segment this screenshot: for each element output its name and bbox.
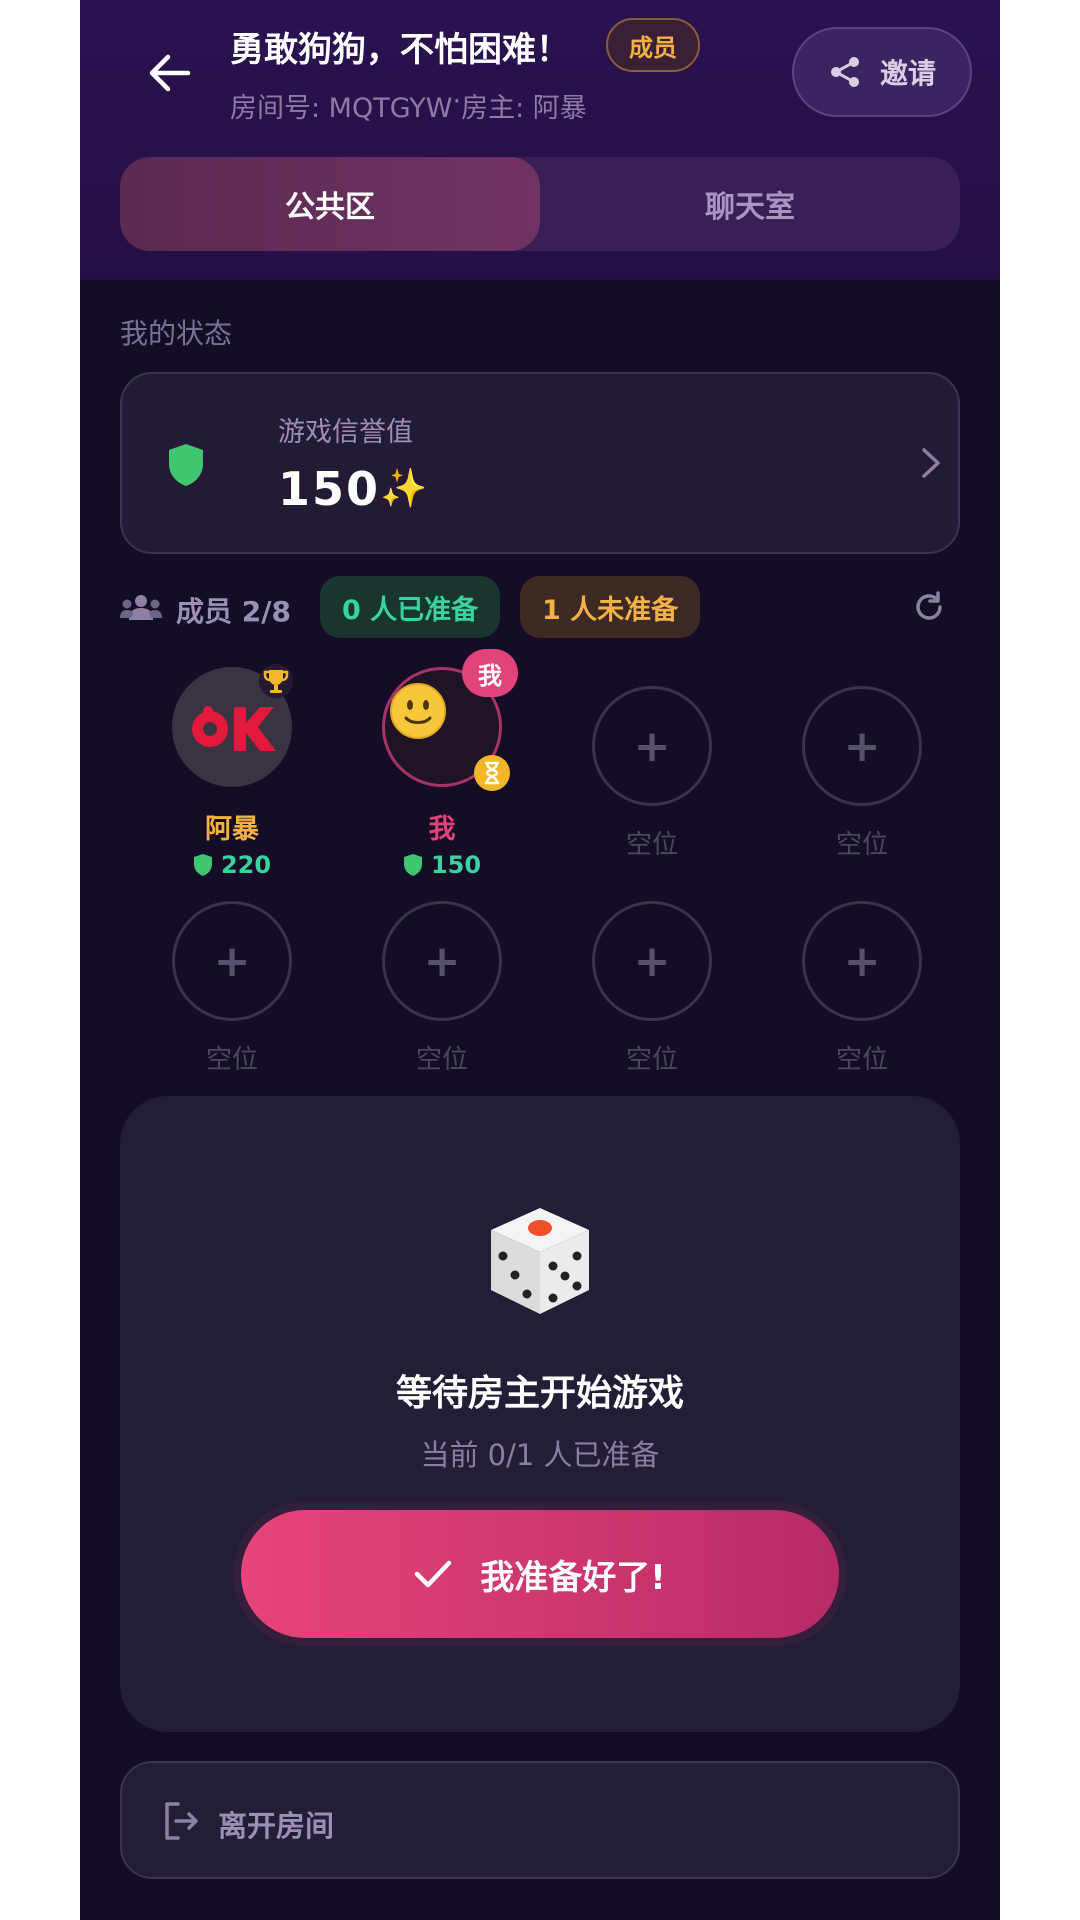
room-title: 勇敢狗狗，不怕困难！ [230, 30, 570, 70]
ok-logo-icon [192, 706, 276, 751]
empty-seat-label: 空位 [625, 1045, 678, 1075]
empty-seat[interactable]: + 空位 [562, 686, 742, 886]
group-icon [120, 595, 162, 620]
refresh-icon[interactable] [912, 590, 946, 624]
me-badge: 我 [462, 649, 518, 697]
my-score: 150 [352, 851, 532, 879]
add-seat-icon[interactable]: + [172, 901, 292, 1021]
host-name: 阿暴 [205, 814, 259, 845]
shield-icon [403, 854, 422, 876]
empty-seat-label: 空位 [625, 830, 678, 860]
app-screen: 勇敢狗狗，不怕困难！ 成员 房间号: MQTGYW · 房主: 阿暴 邀请 公共… [80, 0, 1000, 1920]
add-seat-icon[interactable]: + [802, 901, 922, 1021]
back-button[interactable] [140, 45, 200, 100]
my-status-heading: 我的状态 [120, 317, 233, 350]
shield-icon [193, 854, 212, 876]
room-id: 房间号: MQTGYW [230, 93, 453, 124]
room-meta: 房间号: MQTGYW · 房主: 阿暴 [230, 86, 587, 125]
tab-bar: 公共区 聊天室 [120, 157, 960, 251]
invite-button[interactable]: 邀请 [792, 27, 972, 117]
check-icon [414, 1560, 452, 1588]
smiley-face-icon [390, 683, 446, 739]
members-count: 成员 2/8 [176, 595, 291, 628]
ready-button-label: 我准备好了! [480, 1557, 666, 1598]
add-seat-icon[interactable]: + [592, 901, 712, 1021]
room-owner: 房主: 阿暴 [461, 93, 587, 124]
invite-label: 邀请 [879, 57, 936, 90]
tab-public-area[interactable]: 公共区 [120, 157, 540, 251]
ready-status-text: 当前 0/1 人已准备 [420, 1438, 660, 1472]
sparkle-icon: ✨ [380, 466, 428, 510]
add-seat-icon[interactable]: + [802, 686, 922, 806]
share-icon [830, 57, 859, 87]
host-score: 220 [142, 851, 322, 879]
empty-seat-label: 空位 [835, 1045, 888, 1075]
role-badge: 成员 [606, 18, 700, 72]
meta-separator: · [452, 86, 462, 117]
chevron-right-icon [922, 448, 940, 478]
leave-room-button[interactable]: 离开房间 [120, 1761, 960, 1879]
trophy-icon [259, 664, 293, 698]
empty-seat[interactable]: + 空位 [352, 901, 532, 1101]
add-seat-icon[interactable]: + [382, 901, 502, 1021]
seat-me[interactable]: 我 我 150 [352, 649, 532, 879]
empty-seat[interactable]: + 空位 [772, 901, 952, 1101]
hourglass-icon [474, 755, 510, 791]
exit-icon [165, 1802, 198, 1840]
my-name: 我 [428, 814, 456, 845]
empty-seat-label: 空位 [415, 1045, 468, 1075]
empty-seat-label: 空位 [835, 830, 888, 860]
waiting-card: 等待房主开始游戏 当前 0/1 人已准备 我准备好了! [120, 1096, 960, 1732]
empty-seat[interactable]: + 空位 [142, 901, 322, 1101]
host-score-value: 220 [220, 851, 272, 879]
ready-button[interactable]: 我准备好了! [241, 1510, 839, 1638]
empty-seat[interactable]: + 空位 [562, 901, 742, 1101]
add-seat-icon[interactable]: + [592, 686, 712, 806]
room-header: 勇敢狗狗，不怕困难！ 成员 房间号: MQTGYW · 房主: 阿暴 邀请 公共… [80, 0, 1000, 280]
credit-label: 游戏信誉值 [278, 417, 413, 448]
dice-icon [491, 1208, 589, 1314]
members-summary: 成员 2/8 0 人已准备 1 人未准备 [120, 576, 960, 640]
seat-host[interactable]: 阿暴 220 [142, 664, 322, 879]
shield-icon [169, 444, 203, 486]
waiting-title: 等待房主开始游戏 [395, 1373, 684, 1414]
empty-seat[interactable]: + 空位 [772, 686, 952, 886]
my-score-value: 150 [430, 851, 482, 879]
credit-card[interactable]: 游戏信誉值 150 ✨ [120, 372, 960, 554]
credit-value: 150 [278, 462, 381, 516]
ready-count-badge: 0 人已准备 [320, 576, 501, 638]
empty-seat-label: 空位 [205, 1045, 258, 1075]
back-arrow-icon [149, 54, 191, 91]
not-ready-count-badge: 1 人未准备 [520, 576, 701, 638]
tab-chat-room[interactable]: 聊天室 [540, 157, 960, 251]
leave-room-label: 离开房间 [218, 1809, 335, 1843]
